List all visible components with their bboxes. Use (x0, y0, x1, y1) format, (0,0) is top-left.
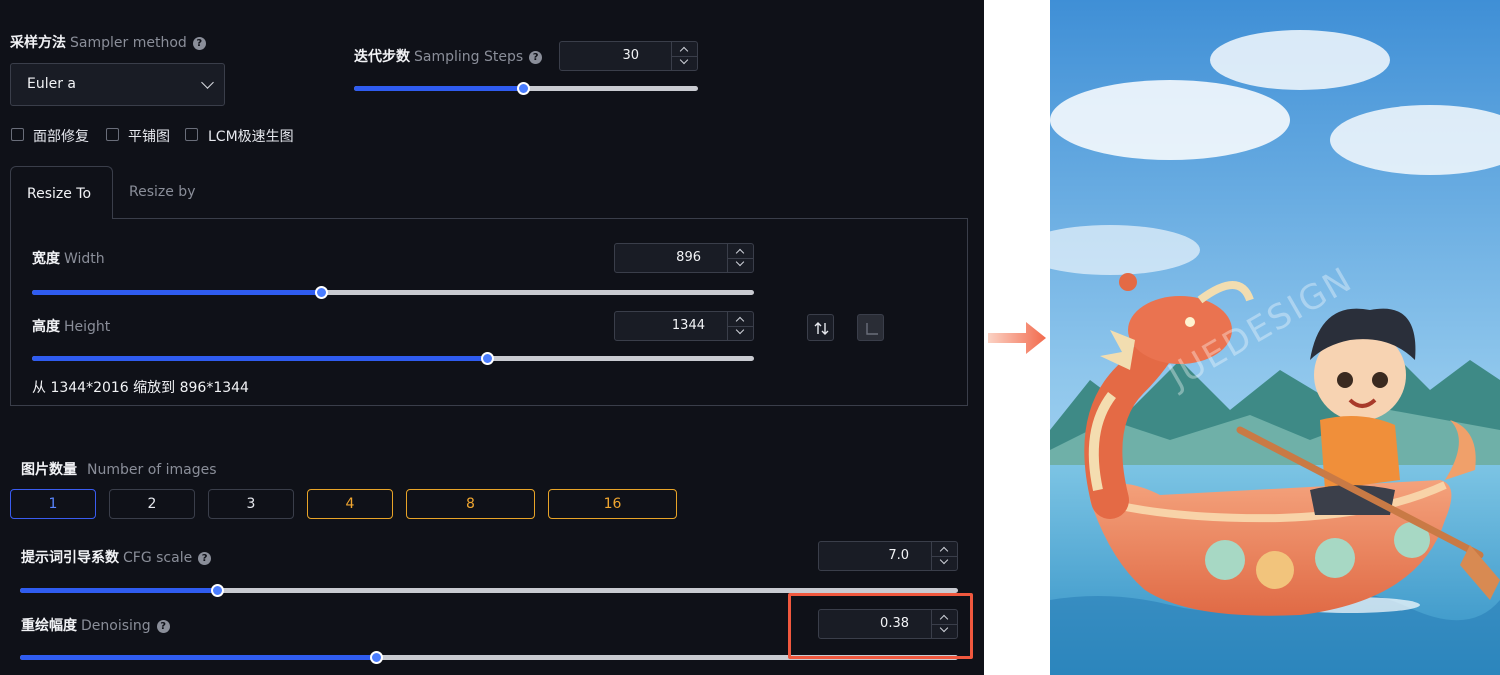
steps-slider[interactable] (354, 82, 698, 95)
height-label-cn: 高度 (32, 319, 60, 335)
images-label: 图片数量 Number of images (21, 459, 217, 479)
tab-resize-to-label: Resize To (27, 186, 92, 202)
preview-image: JUEDESIGN (1050, 0, 1500, 675)
images-label-cn: 图片数量 (21, 462, 77, 478)
height-value: 1344 (671, 318, 705, 333)
tab-resize-to[interactable]: Resize To (10, 166, 113, 219)
chevron-down-icon[interactable] (735, 257, 745, 267)
width-value: 896 (676, 250, 701, 265)
resize-note: 从 1344*2016 缩放到 896*1344 (32, 380, 249, 396)
tiling-label: 平铺图 (128, 129, 170, 145)
sampler-label: 采样方法 Sampler method? (10, 32, 206, 52)
settings-panel: 采样方法 Sampler method? Euler a 迭代步数 Sampling… (0, 0, 984, 675)
image-count-2-button[interactable]: 2 (109, 489, 195, 519)
steps-label-cn: 迭代步数 (354, 49, 410, 65)
lcm-label: LCM极速生图 (208, 129, 294, 145)
lcm-checkbox[interactable] (185, 128, 198, 141)
height-stepper[interactable] (727, 312, 753, 340)
image-count-1-button[interactable]: 1 (10, 489, 96, 519)
chevron-down-icon[interactable] (679, 55, 689, 65)
face-restore-checkbox[interactable] (11, 128, 24, 141)
height-slider-fill (32, 356, 487, 361)
arrow-right-icon (988, 322, 1046, 354)
steps-number-input[interactable]: 30 (559, 41, 698, 71)
cfg-slider-handle[interactable] (210, 584, 224, 597)
denoising-slider-handle[interactable] (370, 651, 384, 664)
tiling-checkbox[interactable] (106, 128, 119, 141)
width-label-cn: 宽度 (32, 251, 60, 267)
height-label: 高度 Height (32, 316, 110, 336)
chevron-up-icon[interactable] (735, 316, 745, 326)
denoising-label-en: Denoising (81, 618, 151, 634)
cfg-value: 7.0 (888, 548, 909, 563)
width-label-en: Width (64, 251, 105, 267)
width-label: 宽度 Width (32, 248, 105, 268)
corner-icon (866, 323, 878, 335)
cfg-slider-fill (20, 588, 217, 593)
sampler-select[interactable]: Euler a (10, 63, 225, 106)
denoising-slider-fill (20, 655, 377, 660)
chevron-up-icon[interactable] (679, 46, 689, 56)
tab-resize-by[interactable]: Resize by (129, 184, 195, 200)
cfg-label-en: CFG scale (123, 550, 193, 566)
cfg-label: 提示词引导系数 CFG scale? (21, 547, 212, 567)
help-icon[interactable]: ? (156, 620, 170, 633)
width-slider[interactable] (32, 286, 754, 299)
denoising-label-cn: 重绘幅度 (21, 618, 77, 634)
width-slider-fill (32, 290, 321, 295)
steps-label: 迭代步数 Sampling Steps? (354, 46, 543, 66)
swap-dimensions-button[interactable] (807, 314, 834, 341)
chevron-down-icon (201, 76, 214, 89)
sampler-value: Euler a (27, 76, 77, 92)
swap-icon (814, 322, 829, 335)
sampler-label-en: Sampler method (70, 35, 187, 51)
chevron-up-icon[interactable] (735, 248, 745, 258)
chevron-down-icon[interactable] (939, 555, 949, 565)
steps-slider-fill (354, 86, 523, 91)
denoising-highlight-frame (788, 593, 973, 659)
image-count-8-button[interactable]: 8 (406, 489, 535, 519)
height-label-en: Height (64, 319, 111, 335)
height-number-input[interactable]: 1344 (614, 311, 754, 341)
images-label-en: Number of images (87, 462, 217, 478)
face-restore-label: 面部修复 (33, 129, 89, 145)
width-number-input[interactable]: 896 (614, 243, 754, 273)
steps-label-en: Sampling Steps (414, 49, 524, 65)
cfg-label-cn: 提示词引导系数 (21, 550, 119, 566)
help-icon[interactable]: ? (198, 552, 212, 565)
height-slider[interactable] (32, 352, 754, 365)
denoising-label: 重绘幅度 Denoising? (21, 615, 170, 635)
image-count-3-button[interactable]: 3 (208, 489, 294, 519)
help-icon[interactable]: ? (529, 51, 543, 64)
image-count-16-button[interactable]: 16 (548, 489, 677, 519)
width-stepper[interactable] (727, 244, 753, 272)
help-icon[interactable]: ? (192, 37, 206, 50)
sampler-label-cn: 采样方法 (10, 35, 66, 51)
steps-stepper[interactable] (671, 42, 697, 70)
cfg-stepper[interactable] (931, 542, 957, 570)
image-count-4-button[interactable]: 4 (307, 489, 393, 519)
chevron-down-icon[interactable] (735, 325, 745, 335)
chevron-up-icon[interactable] (939, 546, 949, 556)
steps-value: 30 (622, 48, 639, 63)
cfg-number-input[interactable]: 7.0 (818, 541, 958, 571)
height-slider-handle[interactable] (480, 352, 494, 365)
width-slider-handle[interactable] (314, 286, 328, 299)
steps-slider-handle[interactable] (516, 82, 530, 95)
aspect-lock-button[interactable] (857, 314, 884, 341)
